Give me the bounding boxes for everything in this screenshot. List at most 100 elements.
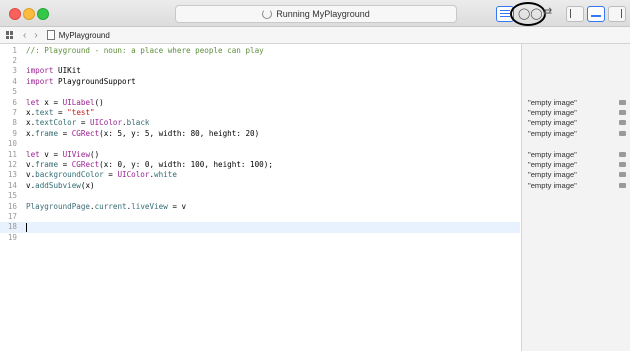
code-line[interactable]: 17	[0, 212, 520, 222]
code-line[interactable]: 9 x.frame = CGRect(x: 5, y: 5, width: 80,…	[0, 129, 520, 139]
code-token: CGRect	[71, 159, 100, 169]
result-value: "empty image"	[528, 160, 628, 170]
code-token: ()	[90, 149, 100, 159]
code-line[interactable]: 7 x.text = "test"	[0, 108, 520, 118]
code-line[interactable]: 14 v.addSubview(x)	[0, 181, 520, 191]
status-text: Running MyPlayground	[276, 9, 370, 19]
code-token: "test"	[67, 107, 95, 117]
code-token: (x)	[80, 180, 95, 190]
code-token: textColor	[35, 118, 77, 128]
code-line[interactable]: 16 PlaygroundPage.current.liveView = v	[0, 202, 520, 212]
code-token: frame	[35, 128, 59, 138]
line-number: 14	[7, 180, 17, 190]
code-line[interactable]: 2	[0, 56, 520, 66]
result-value: "empty image"	[528, 118, 628, 128]
code-token: (x: 5, y: 5, width: 80, height: 20)	[99, 128, 260, 138]
code-token: addSubview	[35, 180, 81, 190]
code-token: text	[35, 107, 54, 117]
code-token: black	[126, 118, 150, 128]
code-token: let	[26, 97, 45, 107]
line-number: 4	[12, 76, 17, 86]
minimize-window-button[interactable]	[23, 8, 35, 20]
code-line[interactable]: 18	[0, 222, 520, 233]
code-token: PlaygroundSupport	[58, 76, 136, 86]
code-token: v.	[26, 159, 36, 169]
back-arrow-icon[interactable]: ‹	[23, 30, 26, 41]
quick-look-icon[interactable]	[619, 172, 626, 178]
result-text: "empty image"	[528, 97, 577, 107]
code-line[interactable]: 5	[0, 87, 520, 97]
code-editor[interactable]: 1 //: Playground - noun: a place where pe…	[0, 44, 520, 351]
code-line[interactable]: 13 v.backgroundColor = UIColor.white	[0, 170, 520, 180]
code-token: CGRect	[71, 128, 100, 138]
code-token: =	[58, 128, 72, 138]
code-token: UILabel	[62, 97, 95, 107]
line-number: 2	[12, 55, 17, 65]
code-token: frame	[35, 159, 59, 169]
code-token: UIColor	[90, 118, 123, 128]
code-token: =	[103, 170, 118, 180]
code-token: liveView	[131, 201, 168, 211]
code-line[interactable]: 4 import PlaygroundSupport	[0, 77, 520, 87]
line-number: 18	[7, 222, 17, 232]
result-text: "empty image"	[528, 180, 577, 190]
code-line[interactable]: 12 v.frame = CGRect(x: 0, y: 0, width: 10…	[0, 160, 520, 170]
code-token: x.	[26, 107, 36, 117]
zoom-window-button[interactable]	[37, 8, 49, 20]
result-value: "empty image"	[528, 170, 628, 180]
code-token: import	[26, 76, 59, 86]
result-text: "empty image"	[528, 107, 577, 117]
activity-status-bar: Running MyPlayground	[175, 5, 457, 23]
quick-look-icon[interactable]	[619, 130, 626, 136]
code-line[interactable]: 8 x.textColor = UIColor.black	[0, 118, 520, 128]
quick-look-icon[interactable]	[619, 120, 626, 126]
assistant-editor-icon[interactable]: ◯◯	[518, 7, 543, 20]
code-line[interactable]: 15	[0, 191, 520, 201]
code-token: = v	[167, 201, 187, 211]
text-cursor	[26, 222, 27, 232]
code-token: current	[94, 201, 127, 211]
toggle-utilities-button[interactable]	[608, 6, 626, 22]
code-line[interactable]: 10	[0, 139, 520, 149]
related-items-icon[interactable]	[6, 31, 14, 39]
quick-look-icon[interactable]	[619, 161, 626, 167]
line-number: 6	[12, 97, 17, 107]
code-token: backgroundColor	[35, 170, 104, 180]
code-token: =	[58, 159, 72, 169]
line-number: 11	[7, 149, 17, 159]
quick-look-icon[interactable]	[619, 182, 626, 188]
code-token: white	[154, 170, 177, 180]
code-line[interactable]: 1 //: Playground - noun: a place where pe…	[0, 46, 520, 56]
close-window-button[interactable]	[9, 8, 21, 20]
code-token: (x: 0, y: 0, width: 100, height: 100);	[99, 159, 273, 169]
quick-look-icon[interactable]	[619, 109, 626, 115]
breadcrumb-file[interactable]: MyPlayground	[59, 31, 110, 40]
result-value: "empty image"	[528, 129, 628, 139]
code-line[interactable]: 3 import UIKit	[0, 66, 520, 76]
toggle-navigator-button[interactable]	[566, 6, 584, 22]
code-line[interactable]: 6 let x = UILabel()	[0, 98, 520, 108]
results-sidebar	[521, 44, 630, 351]
result-value: "empty image"	[528, 150, 628, 160]
code-token: let	[26, 149, 45, 159]
line-number: 5	[12, 87, 17, 97]
code-token: x.	[26, 118, 36, 128]
result-text: "empty image"	[528, 170, 577, 180]
line-number: 1	[12, 45, 17, 55]
playground-file-icon	[46, 30, 55, 40]
line-number: 19	[7, 232, 17, 242]
forward-arrow-icon[interactable]: ›	[34, 30, 37, 41]
code-token: =	[53, 107, 68, 117]
code-line[interactable]: 19	[0, 233, 520, 243]
toggle-debug-area-button[interactable]	[587, 6, 605, 22]
line-number: 17	[7, 211, 17, 221]
result-value: "empty image"	[528, 108, 628, 118]
version-editor-icon[interactable]: ⇄	[543, 5, 552, 18]
quick-look-icon[interactable]	[619, 99, 626, 105]
quick-look-icon[interactable]	[619, 151, 626, 157]
code-token: ()	[94, 97, 104, 107]
result-text: "empty image"	[528, 118, 577, 128]
line-number: 15	[7, 191, 17, 201]
code-token: x =	[44, 97, 63, 107]
code-line[interactable]: 11 let v = UIView()	[0, 150, 520, 160]
